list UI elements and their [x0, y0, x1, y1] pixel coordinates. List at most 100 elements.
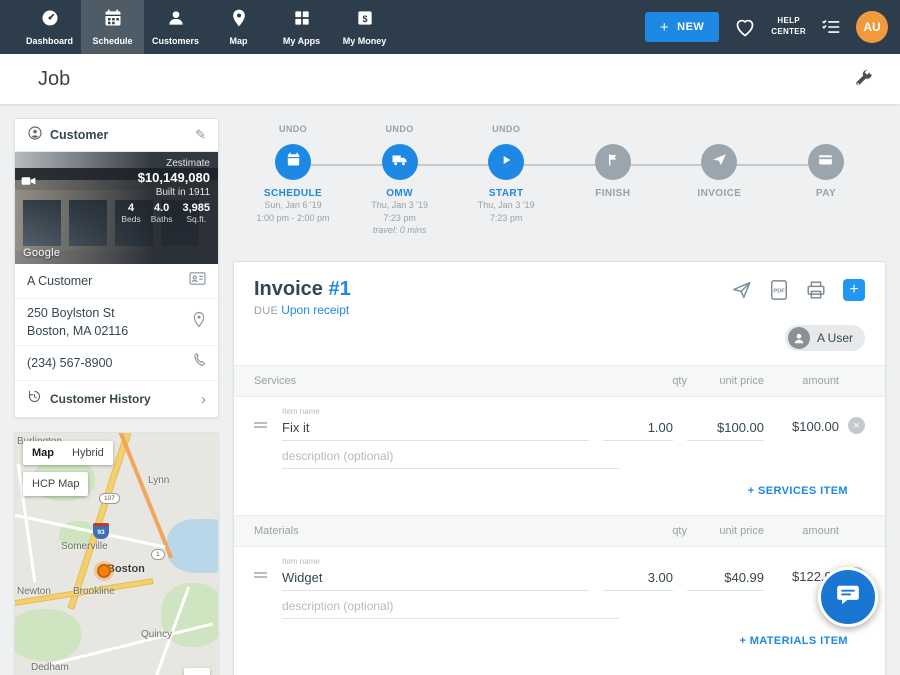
finish-step-button[interactable] [595, 144, 631, 180]
edit-customer-icon[interactable]: ✎ [195, 127, 206, 143]
add-invoice-button[interactable]: + [843, 279, 865, 301]
timeline-step-omw: UNDO OMW Thu, Jan 3 '19 7:23 pm travel: … [350, 124, 450, 237]
customer-card-title: Customer [50, 128, 188, 142]
drag-handle-icon[interactable] [254, 420, 282, 441]
material-item-row: Item name $122.97 × [234, 547, 885, 591]
activity-list-icon[interactable] [820, 16, 842, 38]
print-icon[interactable] [805, 279, 827, 301]
service-item-name-input[interactable] [282, 418, 589, 441]
map-type-controls: Map Hybrid [23, 441, 113, 465]
start-step-button[interactable] [488, 144, 524, 180]
due-terms-link[interactable]: Upon receipt [281, 303, 349, 317]
nav-label: My Money [343, 36, 387, 46]
schedule-step-button[interactable] [275, 144, 311, 180]
timeline-step-finish: FINISH [563, 124, 663, 237]
phone-icon[interactable] [191, 353, 206, 373]
remove-service-item-icon[interactable]: × [848, 417, 865, 434]
job-location-marker[interactable] [97, 564, 111, 578]
map-button[interactable]: Map [23, 441, 63, 465]
nav-right: + NEW HELP CENTER AU [645, 0, 888, 54]
nav-label: Schedule [92, 36, 132, 46]
referral-heart-icon[interactable] [733, 15, 757, 39]
assigned-user-chip[interactable]: A User [785, 325, 865, 351]
unit-price-column-header: unit price [687, 525, 764, 537]
app-root: Dashboard Schedule Customers Map My Apps… [0, 0, 900, 675]
customer-phone: (234) 567-8900 [27, 354, 191, 372]
money-icon: $ [355, 8, 375, 33]
undo-schedule-button[interactable]: UNDO [279, 124, 307, 140]
zestimate-label: Zestimate [121, 158, 210, 169]
omw-step-button[interactable] [382, 144, 418, 180]
hybrid-button[interactable]: Hybrid [63, 441, 113, 465]
main-panel: UNDO SCHEDULE Sun, Jan 6 '19 1:00 pm - 2… [233, 118, 886, 675]
location-pin-icon[interactable] [192, 311, 206, 333]
plus-icon: + [660, 19, 669, 36]
material-description-input[interactable] [282, 597, 619, 619]
address-line1: 250 Boylston St [27, 306, 115, 320]
map-label-boston: Boston [107, 563, 145, 575]
undo-omw-button[interactable]: UNDO [386, 124, 414, 140]
page-title: Job [38, 68, 70, 91]
service-amount: $100.00 [764, 419, 839, 441]
nav-label: My Apps [283, 36, 320, 46]
service-unit-price-input[interactable] [687, 418, 764, 441]
add-services-item-link[interactable]: + SERVICES ITEM [234, 469, 885, 501]
flag-icon [605, 152, 621, 173]
contact-card-icon[interactable] [189, 271, 206, 291]
zestimate-value: $10,149,080 [121, 170, 210, 185]
apps-grid-icon [292, 8, 312, 33]
map-label: Quincy [141, 629, 172, 640]
nav-dashboard[interactable]: Dashboard [18, 0, 81, 54]
google-logo: Google [23, 247, 60, 259]
job-actions-wrench-icon[interactable] [852, 68, 874, 90]
pay-step-button[interactable] [808, 144, 844, 180]
built-year: Built in 1911 [121, 187, 210, 198]
nav-my-money[interactable]: $ My Money [333, 0, 396, 54]
material-item-name-input[interactable] [282, 568, 589, 591]
add-materials-item-link[interactable]: + MATERIALS ITEM [234, 619, 885, 651]
customers-icon [166, 8, 186, 33]
property-photo: Zestimate $10,149,080 Built in 1911 4 Be… [15, 152, 218, 264]
undo-start-button[interactable]: UNDO [492, 124, 520, 140]
item-name-label: Item name [282, 407, 589, 416]
service-item-row: Item name $100.00 × [234, 397, 885, 441]
primary-nav: Dashboard Schedule Customers Map My Apps… [18, 0, 396, 54]
map-canvas[interactable]: 93 107 1 Burlington Lynn Somerville Bost… [15, 433, 218, 675]
customer-history-link[interactable]: Customer History › [15, 381, 218, 417]
invoice-number[interactable]: #1 [328, 278, 350, 300]
material-qty-input[interactable] [603, 568, 673, 591]
due-label: DUE [254, 305, 278, 317]
schedule-icon [103, 8, 123, 33]
materials-header-row: Materials qty unit price amount [234, 515, 885, 547]
hcp-map-button[interactable]: HCP Map [23, 472, 88, 496]
chevron-right-icon: › [201, 391, 206, 408]
drag-handle-icon[interactable] [254, 570, 282, 591]
new-button-label: NEW [677, 21, 704, 33]
amount-column-header: amount [764, 525, 839, 537]
material-description-row [234, 591, 885, 619]
pdf-icon[interactable]: PDF [769, 279, 789, 301]
send-invoice-plane-icon[interactable] [731, 279, 753, 301]
help-line2: CENTER [771, 27, 806, 38]
amount-column-header: amount [764, 375, 839, 387]
unit-price-column-header: unit price [687, 375, 764, 387]
nav-map[interactable]: Map [207, 0, 270, 54]
material-unit-price-input[interactable] [687, 568, 764, 591]
sidebar: Customer ✎ Zestimate $10,149,080 Built i… [14, 118, 219, 675]
service-description-input[interactable] [282, 447, 619, 469]
user-avatar[interactable]: AU [856, 11, 888, 43]
map-label: Lynn [148, 475, 169, 486]
timeline-step-start: UNDO START Thu, Jan 3 '19 7:23 pm [456, 124, 556, 237]
service-qty-input[interactable] [603, 418, 673, 441]
chat-button[interactable] [818, 567, 878, 627]
nav-schedule[interactable]: Schedule [81, 0, 144, 54]
nav-customers[interactable]: Customers [144, 0, 207, 54]
send-invoice-icon[interactable] [701, 144, 737, 180]
stat-sqft: 3,985 Sq.ft. [182, 202, 210, 224]
calendar-icon [285, 151, 302, 173]
dashboard-icon [40, 8, 60, 33]
nav-my-apps[interactable]: My Apps [270, 0, 333, 54]
new-button[interactable]: + NEW [645, 12, 719, 42]
help-center-link[interactable]: HELP CENTER [771, 16, 806, 38]
zoom-in-button[interactable]: + [184, 668, 210, 675]
